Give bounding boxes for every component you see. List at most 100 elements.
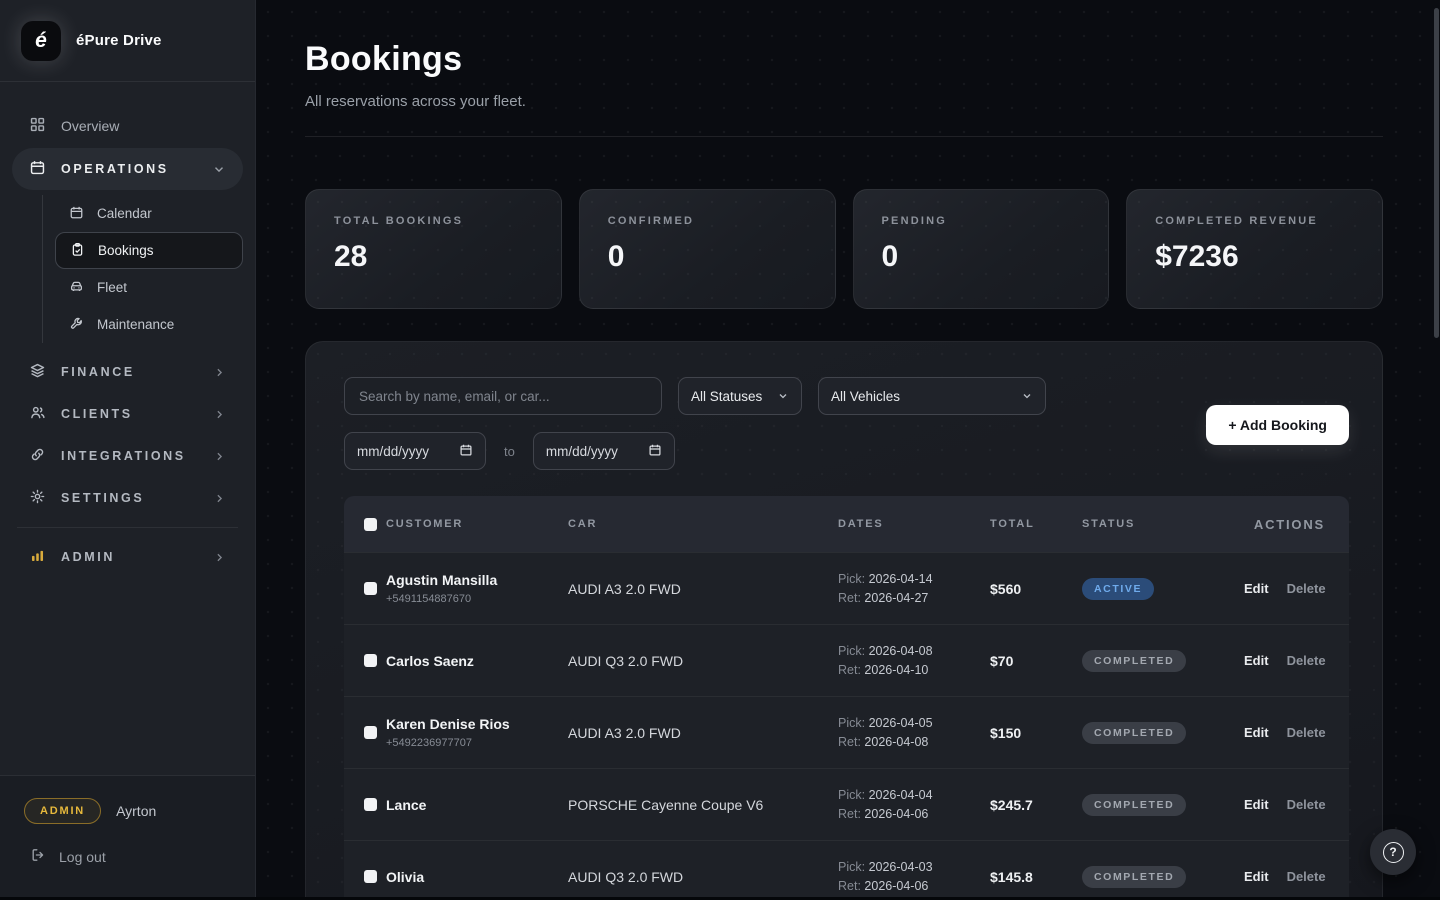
page-subtitle: All reservations across your fleet. xyxy=(305,93,1383,110)
status-badge: COMPLETED xyxy=(1082,722,1186,744)
edit-link[interactable]: Edit xyxy=(1244,725,1269,740)
booking-total: $70 xyxy=(990,653,1082,669)
row-checkbox[interactable] xyxy=(364,798,377,811)
sidebar-item-fleet[interactable]: Fleet xyxy=(55,269,243,306)
row-checkbox[interactable] xyxy=(364,582,377,595)
ret-label: Ret: xyxy=(838,663,861,677)
logout-button[interactable]: Log out xyxy=(24,847,231,866)
chevron-right-icon xyxy=(213,450,226,463)
status-badge: COMPLETED xyxy=(1082,866,1186,888)
sidebar-item-label: Maintenance xyxy=(97,317,174,332)
sidebar-item-clients[interactable]: CLIENTS xyxy=(12,393,243,435)
column-header-status: STATUS xyxy=(1082,518,1244,530)
stat-value: $7236 xyxy=(1155,240,1354,274)
car-name: AUDI A3 2.0 FWD xyxy=(568,725,838,741)
sidebar-item-admin[interactable]: ADMIN xyxy=(12,536,243,578)
gear-icon xyxy=(29,488,46,508)
delete-link[interactable]: Delete xyxy=(1287,653,1326,668)
stat-card-confirmed: CONFIRMED 0 xyxy=(579,189,836,309)
column-header-total: TOTAL xyxy=(990,518,1082,530)
sidebar-item-calendar[interactable]: Calendar xyxy=(55,195,243,232)
ret-label: Ret: xyxy=(838,879,861,893)
user-info: ADMIN Ayrton xyxy=(24,798,231,824)
stat-card-completed-revenue: COMPLETED REVENUE $7236 xyxy=(1126,189,1383,309)
customer-name: Karen Denise Rios xyxy=(386,716,568,732)
customer-phone: +5491154887670 xyxy=(386,593,568,605)
edit-link[interactable]: Edit xyxy=(1244,869,1269,884)
table-row: Lance PORSCHE Cayenne Coupe V6 Pick: 202… xyxy=(344,768,1349,840)
sidebar-item-label: OPERATIONS xyxy=(61,162,169,176)
brand-name: éPure Drive xyxy=(76,32,162,49)
sidebar-footer: ADMIN Ayrton Log out xyxy=(0,775,255,900)
status-badge: ACTIVE xyxy=(1082,578,1154,600)
sidebar-item-label: Overview xyxy=(61,118,119,134)
vehicle-select[interactable]: All Vehicles xyxy=(818,377,1046,415)
column-header-customer: CUSTOMER xyxy=(386,518,568,530)
chevron-down-icon xyxy=(1021,390,1033,402)
stat-card-pending: PENDING 0 xyxy=(853,189,1110,309)
pick-label: Pick: xyxy=(838,572,865,586)
sidebar-item-bookings[interactable]: Bookings xyxy=(55,232,243,269)
delete-link[interactable]: Delete xyxy=(1287,869,1326,884)
car-icon xyxy=(69,279,84,297)
car-name: AUDI A3 2.0 FWD xyxy=(568,581,838,597)
row-checkbox[interactable] xyxy=(364,654,377,667)
date-to-input[interactable]: mm/dd/yyyy xyxy=(533,432,675,470)
date-range-to-label: to xyxy=(504,444,515,459)
sidebar-item-label: CLIENTS xyxy=(61,407,133,421)
sidebar-item-integrations[interactable]: INTEGRATIONS xyxy=(12,435,243,477)
row-checkbox[interactable] xyxy=(364,726,377,739)
date-to-value: mm/dd/yyyy xyxy=(546,444,618,459)
stat-label: CONFIRMED xyxy=(608,215,807,227)
table-row: Carlos Saenz AUDI Q3 2.0 FWD Pick: 2026-… xyxy=(344,624,1349,696)
ret-date: 2026-04-08 xyxy=(864,735,928,749)
edit-link[interactable]: Edit xyxy=(1244,797,1269,812)
calendar-icon xyxy=(29,159,46,179)
select-all-checkbox[interactable] xyxy=(364,518,377,531)
stat-card-total-bookings: TOTAL BOOKINGS 28 xyxy=(305,189,562,309)
delete-link[interactable]: Delete xyxy=(1287,797,1326,812)
column-header-car: CAR xyxy=(568,518,838,530)
booking-dates: Pick: 2026-04-08 Ret: 2026-04-10 xyxy=(838,642,990,680)
sidebar-item-overview[interactable]: Overview xyxy=(12,106,243,146)
chevron-down-icon xyxy=(212,162,226,176)
user-name: Ayrton xyxy=(116,803,156,819)
add-booking-button[interactable]: + Add Booking xyxy=(1206,405,1349,445)
logout-label: Log out xyxy=(59,849,106,865)
row-checkbox[interactable] xyxy=(364,870,377,883)
date-from-input[interactable]: mm/dd/yyyy xyxy=(344,432,486,470)
sidebar-item-label: ADMIN xyxy=(61,550,115,564)
stat-value: 0 xyxy=(608,240,807,274)
help-button[interactable]: ? xyxy=(1370,829,1416,875)
stat-value: 0 xyxy=(882,240,1081,274)
vehicle-select-value: All Vehicles xyxy=(831,389,900,404)
status-select-value: All Statuses xyxy=(691,389,762,404)
sidebar-item-finance[interactable]: FINANCE xyxy=(12,351,243,393)
sidebar-item-label: Bookings xyxy=(98,243,154,258)
scrollbar-thumb[interactable] xyxy=(1434,8,1439,338)
stat-value: 28 xyxy=(334,240,533,274)
edit-link[interactable]: Edit xyxy=(1244,653,1269,668)
sidebar-item-maintenance[interactable]: Maintenance xyxy=(55,306,243,343)
edit-link[interactable]: Edit xyxy=(1244,581,1269,596)
chevron-right-icon xyxy=(213,551,226,564)
sidebar-item-label: Fleet xyxy=(97,280,127,295)
table-row: Agustin Mansilla+5491154887670 AUDI A3 2… xyxy=(344,552,1349,624)
column-header-dates: DATES xyxy=(838,518,990,530)
sidebar-item-settings[interactable]: SETTINGS xyxy=(12,477,243,519)
delete-link[interactable]: Delete xyxy=(1287,581,1326,596)
booking-total: $150 xyxy=(990,725,1082,741)
sidebar-item-operations[interactable]: OPERATIONS xyxy=(12,148,243,190)
pick-label: Pick: xyxy=(838,716,865,730)
delete-link[interactable]: Delete xyxy=(1287,725,1326,740)
customer-name: Carlos Saenz xyxy=(386,653,568,669)
sidebar: é éPure Drive Overview OPERATIONS xyxy=(0,0,256,900)
header-divider xyxy=(305,136,1383,137)
search-input[interactable] xyxy=(344,377,662,415)
pick-date: 2026-04-03 xyxy=(869,860,933,874)
users-icon xyxy=(29,404,46,424)
pick-label: Pick: xyxy=(838,788,865,802)
ret-date: 2026-04-27 xyxy=(864,591,928,605)
status-select[interactable]: All Statuses xyxy=(678,377,802,415)
layers-icon xyxy=(29,362,46,382)
